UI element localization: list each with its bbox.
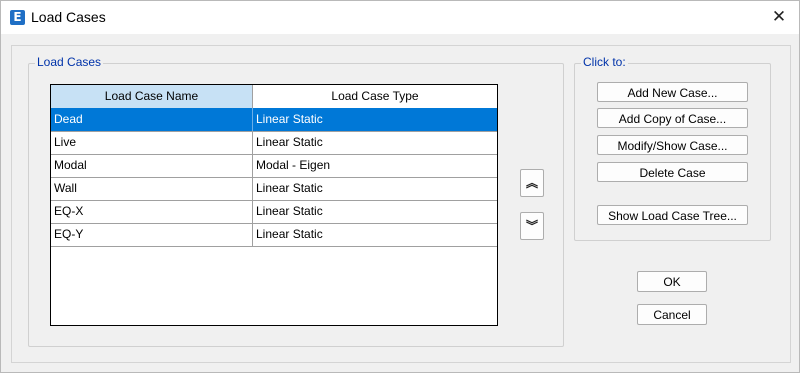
load-cases-group-label: Load Cases	[35, 55, 104, 69]
click-to-group-label: Click to:	[581, 55, 628, 69]
close-icon[interactable]: ✕	[759, 1, 799, 34]
move-up-button[interactable]: ︽	[520, 169, 544, 197]
double-chevron-up-icon: ︽	[525, 176, 538, 190]
cell-case-type: Linear Static	[256, 181, 323, 195]
cell-case-type: Linear Static	[256, 227, 323, 241]
show-load-case-tree-button[interactable]: Show Load Case Tree...	[597, 205, 748, 225]
double-chevron-down-icon: ︾	[525, 219, 538, 233]
cell-case-type: Linear Static	[256, 112, 323, 126]
table-row[interactable]: Wall Linear Static	[51, 177, 497, 201]
window-title: Load Cases	[31, 9, 106, 25]
ok-button[interactable]: OK	[637, 271, 707, 292]
title-bar[interactable]: E Load Cases ✕	[1, 1, 799, 34]
cell-case-name: Modal	[51, 154, 253, 177]
cell-case-name: EQ-X	[51, 200, 253, 223]
load-cases-table: Load Case Name Load Case Type Dead Linea…	[50, 84, 498, 326]
cell-case-type: Linear Static	[256, 135, 323, 149]
table-row[interactable]: Dead Linear Static	[51, 108, 497, 132]
table-row[interactable]: Live Linear Static	[51, 131, 497, 155]
cell-case-name: EQ-Y	[51, 223, 253, 246]
cell-case-name: Wall	[51, 177, 253, 200]
delete-case-button[interactable]: Delete Case	[597, 162, 748, 182]
add-new-case-button[interactable]: Add New Case...	[597, 82, 748, 102]
modify-show-case-button[interactable]: Modify/Show Case...	[597, 135, 748, 155]
cell-case-type: Modal - Eigen	[256, 158, 331, 172]
app-icon: E	[10, 10, 25, 25]
load-cases-dialog: E Load Cases ✕ Load Cases Load Case Name…	[0, 0, 800, 373]
cancel-button[interactable]: Cancel	[637, 304, 707, 325]
add-copy-of-case-button[interactable]: Add Copy of Case...	[597, 108, 748, 128]
table-row[interactable]: EQ-Y Linear Static	[51, 223, 497, 247]
column-header-type[interactable]: Load Case Type	[253, 85, 497, 108]
table-header-row: Load Case Name Load Case Type	[51, 85, 497, 109]
cell-case-type: Linear Static	[256, 204, 323, 218]
column-header-name[interactable]: Load Case Name	[51, 85, 253, 108]
table-row[interactable]: EQ-X Linear Static	[51, 200, 497, 224]
cell-case-name: Live	[51, 131, 253, 154]
table-row[interactable]: Modal Modal - Eigen	[51, 154, 497, 178]
cell-case-name: Dead	[51, 108, 253, 131]
move-down-button[interactable]: ︾	[520, 212, 544, 240]
